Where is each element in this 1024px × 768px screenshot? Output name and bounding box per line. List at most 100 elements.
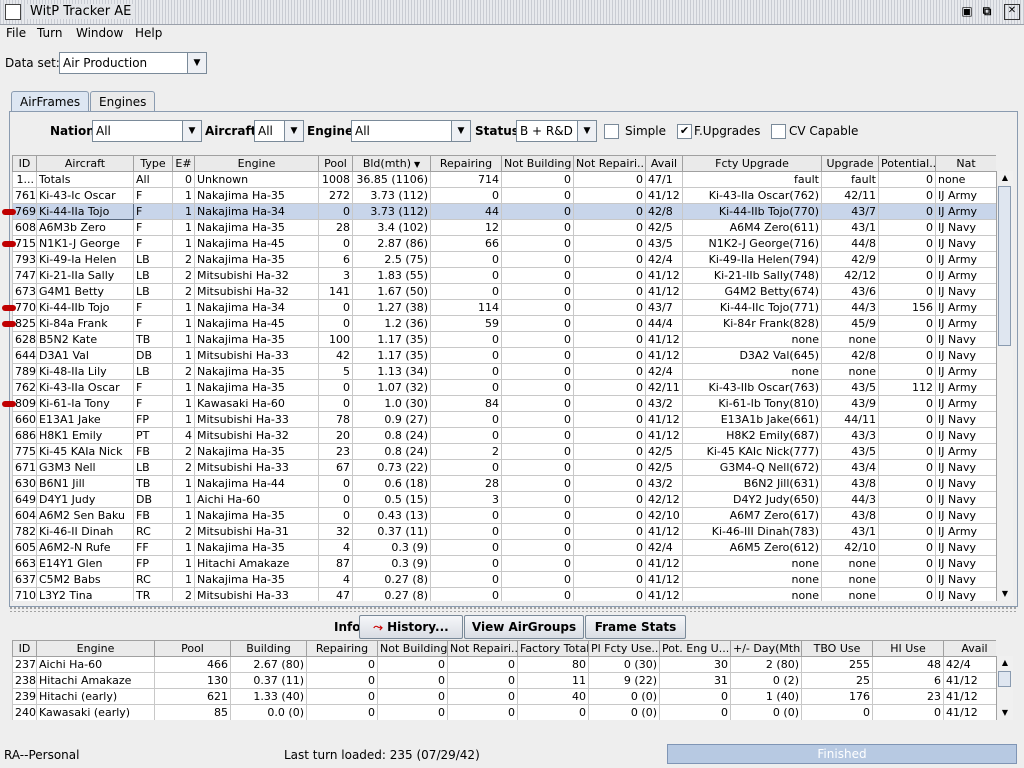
column-header[interactable]: E#	[172, 155, 195, 172]
scroll-down-icon[interactable]: ▼	[997, 706, 1013, 720]
dataset-select[interactable]: Air Production ▼	[59, 52, 207, 74]
table-row[interactable]: 673 G4M1 Betty LB 2 Mitsubishi Ha-32 141 1.67 …	[12, 283, 996, 300]
history-button[interactable]: ⤳ History...	[359, 615, 463, 639]
table-row[interactable]: 762 Ki-43-IIa Oscar F 1 Nakajima Ha-35 0 1.07 …	[12, 379, 996, 396]
column-header[interactable]: Fcty Upgrade	[682, 155, 822, 172]
table-row[interactable]: 1... Totals All 0 Unknown 1008 36.85 (1106) 714…	[12, 171, 996, 188]
table-row[interactable]: 660 E13A1 Jake FP 1 Mitsubishi Ha-33 78 0.9 (2…	[12, 411, 996, 428]
fupgrades-checkbox[interactable]: ✔	[677, 124, 692, 139]
table-cell: Ki-44-IIb Tojo(770)	[682, 203, 822, 220]
table-cell: 0.9 (27)	[352, 411, 431, 428]
column-header[interactable]: ID	[12, 155, 37, 172]
menu-turn[interactable]: Turn	[37, 26, 62, 40]
split-divider[interactable]	[9, 606, 1016, 612]
table-cell: IJ Navy	[935, 459, 996, 476]
table-row[interactable]: 630 B6N1 Jill TB 1 Nakajima Ha-44 0 0.6 (18) 28…	[12, 475, 996, 492]
close-icon[interactable]: ✕	[1004, 4, 1020, 20]
tab-airframes[interactable]: AirFrames	[11, 91, 90, 111]
table-row[interactable]: 793 Ki-49-Ia Helen LB 2 Nakajima Ha-35 6 2.5 (…	[12, 251, 996, 268]
column-header[interactable]: Engine	[36, 640, 155, 657]
tab-engines[interactable]: Engines	[90, 91, 156, 111]
column-header[interactable]: Pool	[318, 155, 353, 172]
column-header[interactable]: Avail	[645, 155, 683, 172]
table-row[interactable]: 238 Hitachi Amakaze 130 0.37 (11) 0 0 0 11 9 (22…	[12, 672, 996, 689]
table-row[interactable]: 775 Ki-45 KAIa Nick FB 2 Nakajima Ha-35 23 0.8…	[12, 443, 996, 460]
column-header[interactable]: Nat	[935, 155, 996, 172]
column-header[interactable]: Not Building	[377, 640, 448, 657]
table-row[interactable]: 770 Ki-44-IIb Tojo F 1 Nakajima Ha-34 0 1.27 (…	[12, 299, 996, 316]
table-row[interactable]: 671 G3M3 Nell LB 2 Mitsubishi Ha-33 67 0.73 (2…	[12, 459, 996, 476]
table-row[interactable]: 789 Ki-48-IIa Lily LB 2 Nakajima Ha-35 5 1.13 …	[12, 363, 996, 380]
column-header[interactable]: Type	[133, 155, 173, 172]
table-row[interactable]: 761 Ki-43-Ic Oscar F 1 Nakajima Ha-35 272 3.73…	[12, 187, 996, 204]
engines-scrollbar[interactable]: ▲ ▼	[996, 656, 1013, 720]
maximize-icon[interactable]: ⧉	[980, 4, 994, 18]
column-header[interactable]: +/- Day(Mth)	[730, 640, 802, 657]
column-header[interactable]: TBO Use	[801, 640, 873, 657]
column-header[interactable]: Pl Fcty Use...	[588, 640, 660, 657]
table-row[interactable]: 239 Hitachi (early) 621 1.33 (40) 0 0 0 40 0 (0)…	[12, 688, 996, 705]
column-header[interactable]: Repairing	[306, 640, 378, 657]
table-row[interactable]: 605 A6M2-N Rufe FF 1 Nakajima Ha-35 4 0.3 (9) 0…	[12, 539, 996, 556]
table-row[interactable]: 782 Ki-46-II Dinah RC 2 Mitsubishi Ha-31 32 0.…	[12, 523, 996, 540]
column-header[interactable]: Aircraft	[36, 155, 134, 172]
column-header[interactable]: Bld(mth) ▼	[352, 155, 431, 172]
column-header[interactable]: Pool	[154, 640, 231, 657]
column-header[interactable]: Potential...	[878, 155, 936, 172]
status-select[interactable]: B + R&D ▼	[516, 120, 597, 142]
table-row[interactable]: 604 A6M2 Sen Baku FB 1 Nakajima Ha-35 0 0.43 (…	[12, 507, 996, 524]
menu-file[interactable]: File	[6, 26, 26, 40]
scroll-thumb[interactable]	[998, 186, 1011, 346]
column-header[interactable]: Avail	[943, 640, 996, 657]
column-header[interactable]: Engine	[194, 155, 319, 172]
menu-window[interactable]: Window	[76, 26, 123, 40]
column-header[interactable]: Repairing	[430, 155, 502, 172]
scroll-up-icon[interactable]: ▲	[997, 656, 1013, 670]
column-header[interactable]: Building	[230, 640, 307, 657]
table-row[interactable]: 628 B5N2 Kate TB 1 Nakajima Ha-35 100 1.17 (35…	[12, 331, 996, 348]
table-cell: Kawasaki Ha-60	[194, 395, 319, 412]
column-header[interactable]: Not Repairi...	[447, 640, 518, 657]
simple-checkbox[interactable]	[604, 124, 619, 139]
aircraft-select[interactable]: All ▼	[254, 120, 304, 142]
table-row[interactable]: 686 H8K1 Emily PT 4 Mitsubishi Ha-32 20 0.8 (2…	[12, 427, 996, 444]
table-cell: 6	[872, 672, 944, 689]
column-header[interactable]: Pot. Eng U...	[659, 640, 731, 657]
table-row[interactable]: 644 D3A1 Val DB 1 Mitsubishi Ha-33 42 1.17 (35…	[12, 347, 996, 364]
table-row[interactable]: 237 Aichi Ha-60 466 2.67 (80) 0 0 0 80 0 (30) 30 2…	[12, 656, 996, 673]
scroll-thumb[interactable]	[998, 671, 1011, 687]
column-header[interactable]: Not Building	[501, 155, 574, 172]
cv-capable-checkbox[interactable]	[771, 124, 786, 139]
scroll-up-icon[interactable]: ▲	[997, 171, 1013, 185]
table-row[interactable]: 637 C5M2 Babs RC 1 Nakajima Ha-35 4 0.27 (8) 0 0…	[12, 571, 996, 588]
column-header[interactable]: HI Use	[872, 640, 944, 657]
table-row[interactable]: 649 D4Y1 Judy DB 1 Aichi Ha-60 0 0.5 (15) 3 0 0 42…	[12, 491, 996, 508]
engine-select[interactable]: All ▼	[351, 120, 471, 142]
table-cell: 621	[154, 688, 231, 705]
table-row[interactable]: 747 Ki-21-IIa Sally LB 2 Mitsubishi Ha-32 3 1.…	[12, 267, 996, 284]
table-row[interactable]: 809 Ki-61-Ia Tony F 1 Kawasaki Ha-60 0 1.0 (30…	[12, 395, 996, 412]
table-row[interactable]: 769 Ki-44-IIa Tojo F 1 Nakajima Ha-34 0 3.73 (…	[12, 203, 996, 220]
table-row[interactable]: 663 E14Y1 Glen FP 1 Hitachi Amakaze 87 0.3 (9)…	[12, 555, 996, 572]
table-row[interactable]: 608 A6M3b Zero F 1 Nakajima Ha-35 28 3.4 (102)…	[12, 219, 996, 236]
column-header[interactable]: Upgrade	[821, 155, 879, 172]
table-cell: 23	[872, 688, 944, 705]
view-airgroups-button[interactable]: View AirGroups	[464, 615, 584, 639]
table-cell: 0	[501, 555, 574, 572]
table-row[interactable]: 825 Ki-84a Frank F 1 Nakajima Ha-45 0 1.2 (36)…	[12, 315, 996, 332]
scroll-down-icon[interactable]: ▼	[997, 587, 1013, 601]
column-header[interactable]: Factory Total	[517, 640, 589, 657]
table-cell: 43/3	[821, 427, 879, 444]
menu-help[interactable]: Help	[135, 26, 162, 40]
table-row[interactable]: 715 N1K1-J George F 1 Nakajima Ha-45 0 2.87 (8…	[12, 235, 996, 252]
nation-select[interactable]: All ▼	[92, 120, 202, 142]
table-cell: 0	[501, 507, 574, 524]
frame-stats-button[interactable]: Frame Stats	[585, 615, 686, 639]
column-header[interactable]: Not Repairi...	[573, 155, 646, 172]
table-cell: Mitsubishi Ha-33	[194, 459, 319, 476]
airframes-scrollbar[interactable]: ▲ ▼	[996, 171, 1013, 601]
minimize-icon[interactable]: ▣	[960, 4, 974, 18]
column-header[interactable]: ID	[12, 640, 37, 657]
table-row[interactable]: 240 Kawasaki (early) 85 0.0 (0) 0 0 0 0 0 (0) 0 0 …	[12, 704, 996, 720]
table-row[interactable]: 710 L3Y2 Tina TR 2 Mitsubishi Ha-33 47 0.27 (8…	[12, 587, 996, 601]
